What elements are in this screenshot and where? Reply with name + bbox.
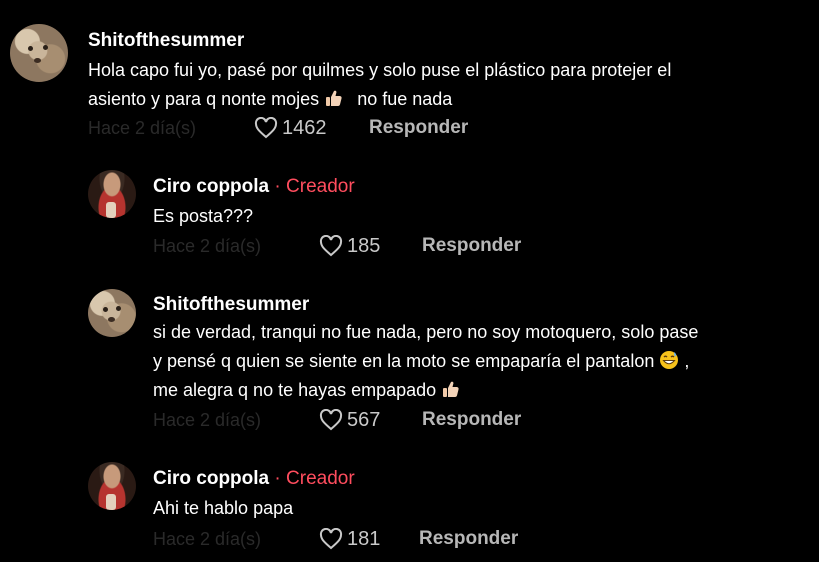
like-count: 1462 <box>282 116 327 139</box>
like-count: 567 <box>347 408 381 431</box>
thumbs-up-emoji-icon <box>326 90 342 106</box>
creator-badge: Creador <box>286 176 355 197</box>
like-button[interactable]: 181 <box>319 526 380 552</box>
comment-text-line: Hola capo fui yo, pasé por quilmes y sol… <box>88 60 672 80</box>
like-count: 181 <box>347 527 381 550</box>
username-link[interactable]: Ciro coppola <box>153 468 269 489</box>
like-count: 185 <box>347 234 381 257</box>
comment-meta: Hace 2 día(s) 567 Responder <box>153 407 573 433</box>
avatar[interactable] <box>10 24 68 82</box>
creator-badge: Creador <box>286 468 355 489</box>
comment-username[interactable]: Shitofthesummer <box>153 294 309 316</box>
comment-text-line: y pensé q quien se siente en la moto se … <box>153 347 698 376</box>
heart-outline-icon <box>319 235 343 257</box>
comment-text-line: Ahi te hablo papa <box>153 498 294 518</box>
heart-outline-icon <box>254 117 278 139</box>
grinning-sweat-emoji-icon <box>660 351 679 369</box>
reply-button[interactable]: Responder <box>422 407 521 433</box>
comment-text-line: asiento y para q nonte mojes no fue nada <box>88 85 671 114</box>
comment-username[interactable]: Shitofthesummer <box>88 30 244 52</box>
username-link[interactable]: Ciro coppola <box>153 176 269 197</box>
thumbs-up-emoji-icon <box>443 381 459 397</box>
comment-text-segment: , <box>684 351 690 371</box>
comment-text-segment: asiento y para q nonte mojes <box>88 89 320 109</box>
like-button[interactable]: 567 <box>319 407 380 433</box>
comment-text-segment: y pensé q quien se siente en la moto se … <box>153 351 655 371</box>
comment-text-segment: no fue nada <box>357 89 453 109</box>
comment-meta: Hace 2 día(s) 181 Responder <box>153 526 573 552</box>
like-button[interactable]: 1462 <box>254 115 327 141</box>
comment-text: Ahi te hablo papa <box>153 494 293 523</box>
comment-text-line: si de verdad, tranqui no fue nada, pero … <box>153 322 699 342</box>
heart-outline-icon <box>319 409 343 431</box>
comment-date: Hace 2 día(s) <box>153 236 262 256</box>
comment-date: Hace 2 día(s) <box>88 118 197 138</box>
comment-meta: Hace 2 día(s) 185 Responder <box>153 233 573 259</box>
comment-meta: Hace 2 día(s) 1462 Responder <box>88 115 508 141</box>
comment-text-segment: me alegra q no te hayas empapado <box>153 380 437 400</box>
avatar[interactable] <box>88 462 136 510</box>
separator-dot: · <box>274 176 281 197</box>
heart-outline-icon <box>319 528 343 550</box>
comment-date: Hace 2 día(s) <box>153 410 262 430</box>
comment-text: si de verdad, tranqui no fue nada, pero … <box>153 318 698 405</box>
comment-text: Hola capo fui yo, pasé por quilmes y sol… <box>88 56 671 114</box>
comment-username: Ciro coppola · Creador <box>153 176 355 198</box>
like-button[interactable]: 185 <box>319 233 380 259</box>
separator-dot: · <box>274 468 281 489</box>
comment-date: Hace 2 día(s) <box>153 529 262 549</box>
comment-username: Ciro coppola · Creador <box>153 468 355 490</box>
comment-text: Es posta??? <box>153 202 253 231</box>
avatar[interactable] <box>88 170 136 218</box>
reply-button[interactable]: Responder <box>422 233 521 259</box>
reply-button[interactable]: Responder <box>369 115 468 141</box>
avatar[interactable] <box>88 289 136 337</box>
comment-text-line: Es posta??? <box>153 206 254 226</box>
comment-text-line: me alegra q no te hayas empapado <box>153 376 698 405</box>
reply-button[interactable]: Responder <box>419 526 518 552</box>
